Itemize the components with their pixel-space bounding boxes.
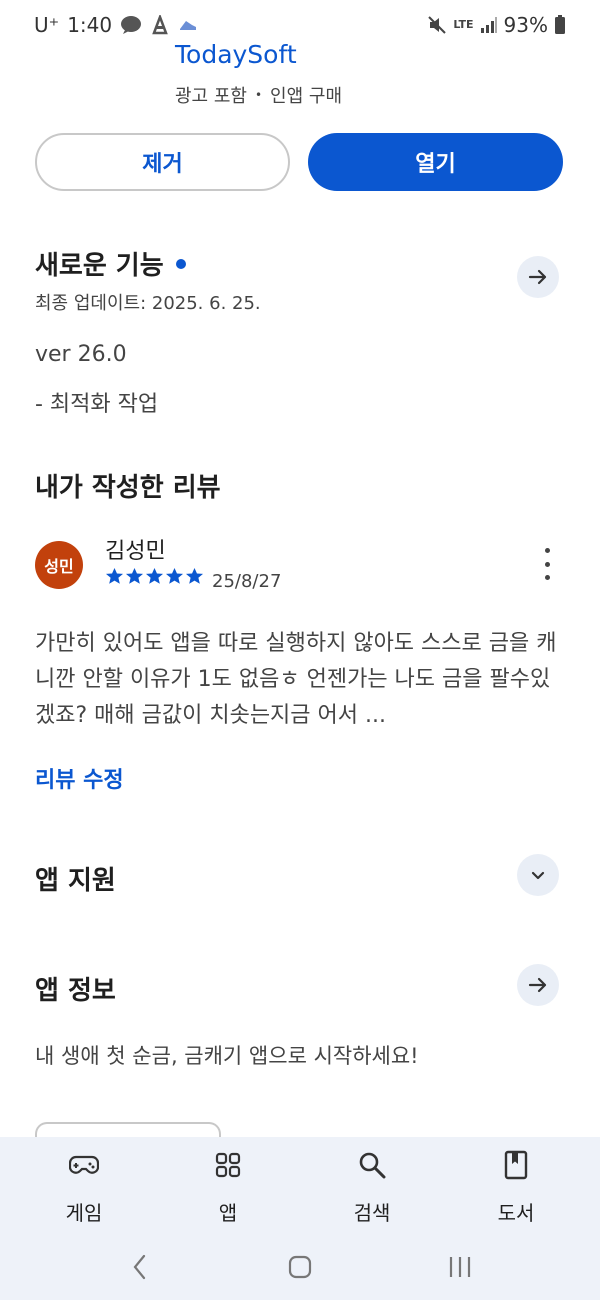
arrow-right-icon (528, 269, 547, 285)
nav-item-search[interactable]: 검색 (317, 1137, 427, 1233)
more-dot (544, 561, 550, 567)
star-icon (125, 567, 144, 584)
apps-grid-icon (215, 1149, 241, 1181)
nav-label-books: 도서 (497, 1201, 535, 1225)
iap-label: 인앱 구매 (270, 86, 343, 107)
app-info-title[interactable]: 앱 정보 (35, 970, 116, 1007)
nav-label-apps: 앱 (218, 1201, 238, 1225)
arrow-right-icon (528, 977, 547, 993)
bottom-nav: 게임 앱 검색 도서 (0, 1137, 600, 1233)
home-square-icon (288, 1255, 312, 1278)
more-options-button[interactable] (536, 548, 558, 580)
nav-label-games: 게임 (65, 1201, 103, 1225)
star-rating (105, 567, 204, 585)
whats-new-title[interactable]: 새로운 기능 (35, 245, 186, 282)
reviewer-name: 김성민 (105, 539, 166, 564)
nav-label-search: 검색 (353, 1201, 391, 1225)
app-support-title[interactable]: 앱 지원 (35, 860, 116, 897)
app-notification-icon (150, 15, 170, 35)
meta-separator: • (254, 88, 263, 102)
app-info-arrow-button[interactable] (517, 964, 559, 1006)
signal-icon (480, 16, 498, 34)
back-button[interactable] (120, 1247, 160, 1287)
gamepad-icon (69, 1149, 99, 1181)
ads-label: 광고 포함 (175, 86, 247, 107)
app-description: 내 생애 첫 순금, 금캐기 앱으로 시작하세요! (35, 1044, 419, 1068)
review-date: 25/8/27 (212, 571, 282, 592)
recents-button[interactable] (440, 1247, 480, 1287)
carrier-label: U⁺ (34, 13, 60, 37)
status-right: LTE 93% (427, 13, 566, 37)
chevron-down-icon (531, 871, 545, 880)
nav-item-books[interactable]: 도서 (461, 1137, 571, 1233)
clock: 1:40 (67, 13, 113, 37)
status-left: U⁺ 1:40 (34, 13, 198, 37)
chat-bubble-icon (120, 15, 142, 35)
battery-icon (554, 15, 566, 35)
app-title: TodaySoft (175, 40, 297, 69)
whats-new-title-text: 새로운 기능 (35, 251, 164, 281)
update-note: - 최적화 작업 (35, 392, 159, 417)
new-indicator-dot (175, 258, 186, 269)
nav-item-games[interactable]: 게임 (29, 1137, 139, 1233)
last-updated: 최종 업데이트: 2025. 6. 25. (35, 293, 261, 314)
chevron-left-icon (133, 1254, 146, 1279)
more-dot (544, 575, 550, 580)
app-meta: 광고 포함 • 인앱 구매 (175, 82, 342, 108)
home-button[interactable] (280, 1247, 320, 1287)
star-icon (165, 567, 184, 584)
status-bar: U⁺ 1:40 LTE 93% (0, 0, 600, 50)
app-support-expand-button[interactable] (517, 854, 559, 896)
star-icon (145, 567, 164, 584)
open-button[interactable]: 열기 (308, 133, 563, 191)
mute-icon (427, 15, 447, 35)
my-review-title: 내가 작성한 리뷰 (35, 473, 221, 503)
version-text: ver 26.0 (35, 342, 127, 367)
shoe-icon (178, 17, 198, 33)
remove-button[interactable]: 제거 (35, 133, 290, 191)
whats-new-arrow-button[interactable] (517, 256, 559, 298)
recents-icon (449, 1256, 471, 1277)
star-icon (105, 567, 124, 584)
network-label: LTE (453, 18, 474, 31)
search-icon (358, 1149, 386, 1181)
star-icon (185, 567, 204, 584)
avatar: 성민 (35, 541, 83, 589)
book-icon (504, 1149, 528, 1181)
review-text[interactable]: 가만히 있어도 앱을 따로 실행하지 않아도 스스로 금을 캐니깐 안할 이유가… (35, 626, 570, 734)
system-nav-bar (0, 1233, 600, 1300)
edit-review-link[interactable]: 리뷰 수정 (35, 762, 124, 794)
nav-item-apps[interactable]: 앱 (173, 1137, 283, 1233)
battery-percent: 93% (503, 13, 548, 37)
more-dot (544, 548, 550, 553)
